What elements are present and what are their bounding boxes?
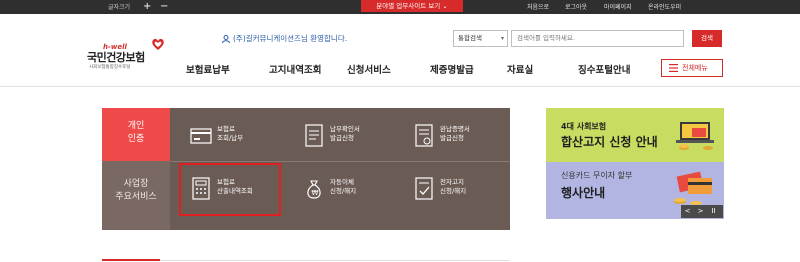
laptop-coins-illustration-icon: [676, 122, 714, 150]
chevron-down-icon: ⌄: [442, 2, 448, 10]
service-full-payment-certificate[interactable]: 완납증명서 발급신청: [413, 121, 513, 161]
font-decrease-button[interactable]: −: [160, 0, 168, 13]
service-premium-payment[interactable]: 보험료 조회/납부: [190, 121, 290, 161]
all-menu-button[interactable]: 전체메뉴: [661, 59, 723, 77]
banner-slide1-line2: 합산고지 신청 안내: [561, 135, 658, 149]
gnb-item-notice-history[interactable]: 고지내역조회: [269, 62, 321, 76]
banner-slide-combined-notice[interactable]: 4대 사회보험 합산고지 신청 안내: [546, 108, 724, 162]
home-link[interactable]: 처음으로: [527, 2, 549, 11]
section-title-underline: [102, 259, 160, 261]
online-help-link[interactable]: 온라인도우미: [648, 2, 681, 11]
service-line1: 자동이체: [330, 178, 354, 186]
credit-card-illustration-icon: [674, 171, 712, 205]
promo-banner[interactable]: 4대 사회보험 합산고지 신청 안내 신용카드 무이자 할부 행사안내: [546, 108, 724, 219]
font-size-label: 글자크기: [108, 4, 131, 11]
service-line2: 신청/해지: [440, 187, 467, 195]
card-icon: [190, 128, 212, 144]
service-line1: 보험료: [217, 125, 235, 133]
search-button[interactable]: 검색: [692, 30, 722, 47]
service-line2: 발급신청: [440, 134, 464, 142]
user-icon: [222, 35, 230, 43]
service-line2: 발급신청: [330, 134, 354, 142]
banner-slide2-line1: 신용카드 무이자 할부: [561, 171, 633, 180]
banner-next-button[interactable]: >: [694, 205, 707, 218]
service-tabs: 개인 인증 사업장 주요서비스: [102, 108, 170, 230]
banner-pause-button[interactable]: II: [707, 205, 720, 218]
logout-link[interactable]: 로그아웃: [565, 2, 587, 11]
welcome-message: (주)길커뮤니케이션즈님 환영합니다.: [222, 33, 347, 44]
gnb-item-certificate[interactable]: 제증명발급: [430, 62, 474, 76]
service-line1: 완납증명서: [440, 125, 470, 133]
header-divider: [0, 86, 800, 87]
service-payment-confirmation[interactable]: 납부확인서 발급신청: [303, 121, 403, 161]
banner-slide1-line1: 4대 사회보험: [561, 122, 607, 131]
logo-name: 국민건강보험: [87, 51, 145, 64]
search-scope-value: 통합검색: [458, 34, 482, 42]
banner-controls: < > II: [681, 205, 723, 218]
highlight-box: [179, 163, 281, 216]
service-line1: 납부확인서: [330, 125, 360, 133]
logo-subtitle: 사회보험통합징수포털: [89, 65, 131, 70]
e-notice-icon: [415, 177, 433, 200]
tab-business-services-label: 사업장 주요서비스: [115, 179, 157, 202]
mypage-link[interactable]: 마이페이지: [604, 2, 632, 11]
section-divider: [160, 260, 510, 261]
money-bag-icon: ₩: [307, 180, 321, 199]
gnb-item-payment[interactable]: 보험료납부: [186, 62, 230, 76]
tab-personal-auth[interactable]: 개인 인증: [102, 108, 170, 161]
chevron-down-icon: ▾: [500, 35, 504, 42]
banner-prev-button[interactable]: <: [681, 205, 694, 218]
banner-slide2-line2: 행사안내: [561, 186, 606, 200]
font-increase-button[interactable]: +: [143, 0, 151, 13]
service-line2: 신청/해지: [330, 187, 357, 195]
search-input[interactable]: 검색어를 입력하세요.: [511, 30, 684, 47]
all-menu-label: 전체메뉴: [682, 64, 708, 72]
page: 글자크기 + − 분야별 업무사이트 보기 ⌄ 처음으로 로그아웃 마이페이지 …: [0, 0, 800, 262]
gnb-item-application[interactable]: 신청서비스: [347, 62, 391, 76]
gnb-item-library[interactable]: 자료실: [507, 62, 533, 76]
search-scope-select[interactable]: 통합검색 ▾: [453, 30, 508, 47]
tab-personal-auth-label: 개인 인증: [127, 121, 145, 144]
certificate-icon: [415, 124, 433, 147]
document-icon: [305, 124, 323, 147]
service-auto-transfer[interactable]: ₩ 자동이체 신청/해지: [303, 174, 403, 214]
service-line2: 조회/납부: [217, 134, 244, 142]
service-electronic-notice[interactable]: 전자고지 신청/해지: [413, 174, 513, 214]
heart-logo-icon: [152, 38, 164, 50]
welcome-text: (주)길커뮤니케이션즈님 환영합니다.: [233, 34, 348, 43]
gnb-item-portal-guide[interactable]: 징수포털안내: [578, 62, 630, 76]
service-row-divider: [170, 161, 510, 162]
biz-site-dropdown-button[interactable]: 분야별 업무사이트 보기 ⌄: [361, 0, 463, 12]
hamburger-icon: [669, 64, 678, 72]
svg-text:₩: ₩: [312, 189, 319, 197]
service-line1: 전자고지: [440, 178, 464, 186]
tab-business-services[interactable]: 사업장 주요서비스: [102, 161, 170, 230]
biz-site-label: 분야별 업무사이트 보기: [376, 2, 441, 10]
top-utility-bar: 글자크기 + − 분야별 업무사이트 보기 ⌄ 처음으로 로그아웃 마이페이지 …: [0, 0, 800, 14]
